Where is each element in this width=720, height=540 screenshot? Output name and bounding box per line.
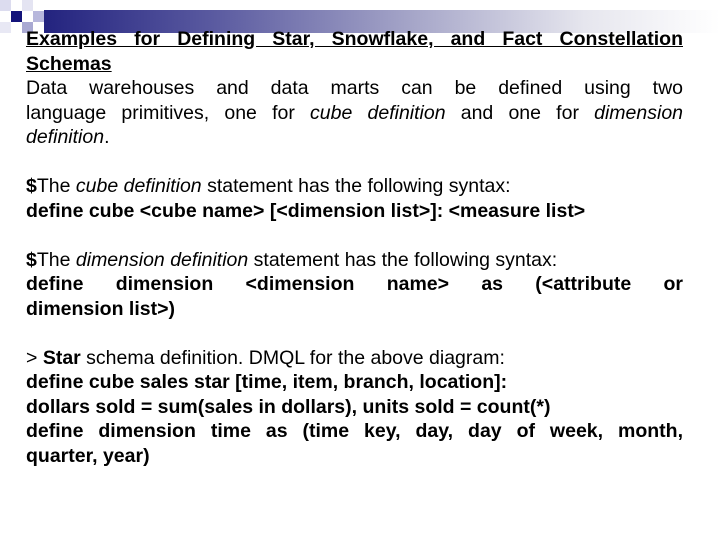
intro-line-1: Data warehouses and data marts can be de… bbox=[26, 77, 683, 99]
intro-paragraph: Data warehouses and data marts can be de… bbox=[26, 76, 683, 150]
text: schema definition. DMQL for the above di… bbox=[80, 346, 505, 369]
intro-line-2: language primitives, one for cube defini… bbox=[26, 101, 683, 126]
decorative-square bbox=[11, 11, 22, 22]
term: Star bbox=[42, 346, 81, 369]
text: The bbox=[36, 175, 76, 197]
text: statement has the following syntax: bbox=[248, 248, 558, 271]
intro-term-cube: cube definition bbox=[310, 101, 446, 124]
title-line-1: Examples for Defining Star, Snowflake, a… bbox=[26, 28, 683, 50]
dimension-definition-description: $The dimension definition statement has … bbox=[26, 248, 683, 273]
intro-text: and one for bbox=[445, 101, 595, 124]
decorative-square bbox=[0, 22, 11, 33]
dimension-syntax-line-1: define dimension <dimension name> as (<a… bbox=[26, 273, 683, 295]
dimension-syntax-line-2: dimension list>) bbox=[26, 297, 175, 320]
bullet-icon: $ bbox=[26, 175, 37, 197]
dmql-line: define cube sales star [time, item, bran… bbox=[26, 371, 508, 393]
bullet-icon: $ bbox=[26, 248, 37, 271]
text: The bbox=[36, 248, 76, 271]
decorative-square bbox=[22, 0, 33, 11]
dmql-line: dollars sold = sum(sales in dollars), un… bbox=[26, 395, 551, 418]
term: cube definition bbox=[75, 175, 202, 197]
dmql-line: quarter, year) bbox=[26, 444, 150, 467]
star-schema-section: > Star schema definition. DMQL for the a… bbox=[26, 346, 683, 469]
decorative-square bbox=[0, 0, 11, 11]
text: statement has the following syntax: bbox=[201, 175, 511, 197]
star-schema-description: > Star schema definition. DMQL for the a… bbox=[26, 346, 683, 371]
intro-term-definition: definition bbox=[26, 126, 105, 148]
title-line-2: Schemas bbox=[26, 52, 112, 75]
intro-term-dimension: dimension bbox=[594, 101, 684, 124]
intro-line-3: definition. bbox=[26, 125, 683, 150]
slide-title: Examples for Defining Star, Snowflake, a… bbox=[26, 27, 683, 76]
cube-definition-description: $The cube definition statement has the f… bbox=[26, 174, 683, 199]
decorative-square bbox=[33, 11, 44, 22]
intro-text: . bbox=[104, 126, 110, 148]
dmql-line: define dimension time as (time key, day,… bbox=[26, 420, 683, 442]
cube-definition-section: $The cube definition statement has the f… bbox=[26, 174, 683, 223]
term: dimension definition bbox=[75, 248, 249, 271]
bullet-icon: > bbox=[26, 346, 43, 369]
dimension-definition-section: $The dimension definition statement has … bbox=[26, 248, 683, 322]
slide-content: Examples for Defining Star, Snowflake, a… bbox=[26, 27, 683, 468]
cube-definition-syntax: define cube <cube name> [<dimension list… bbox=[26, 199, 586, 222]
intro-text: language primitives, one for bbox=[26, 101, 311, 124]
